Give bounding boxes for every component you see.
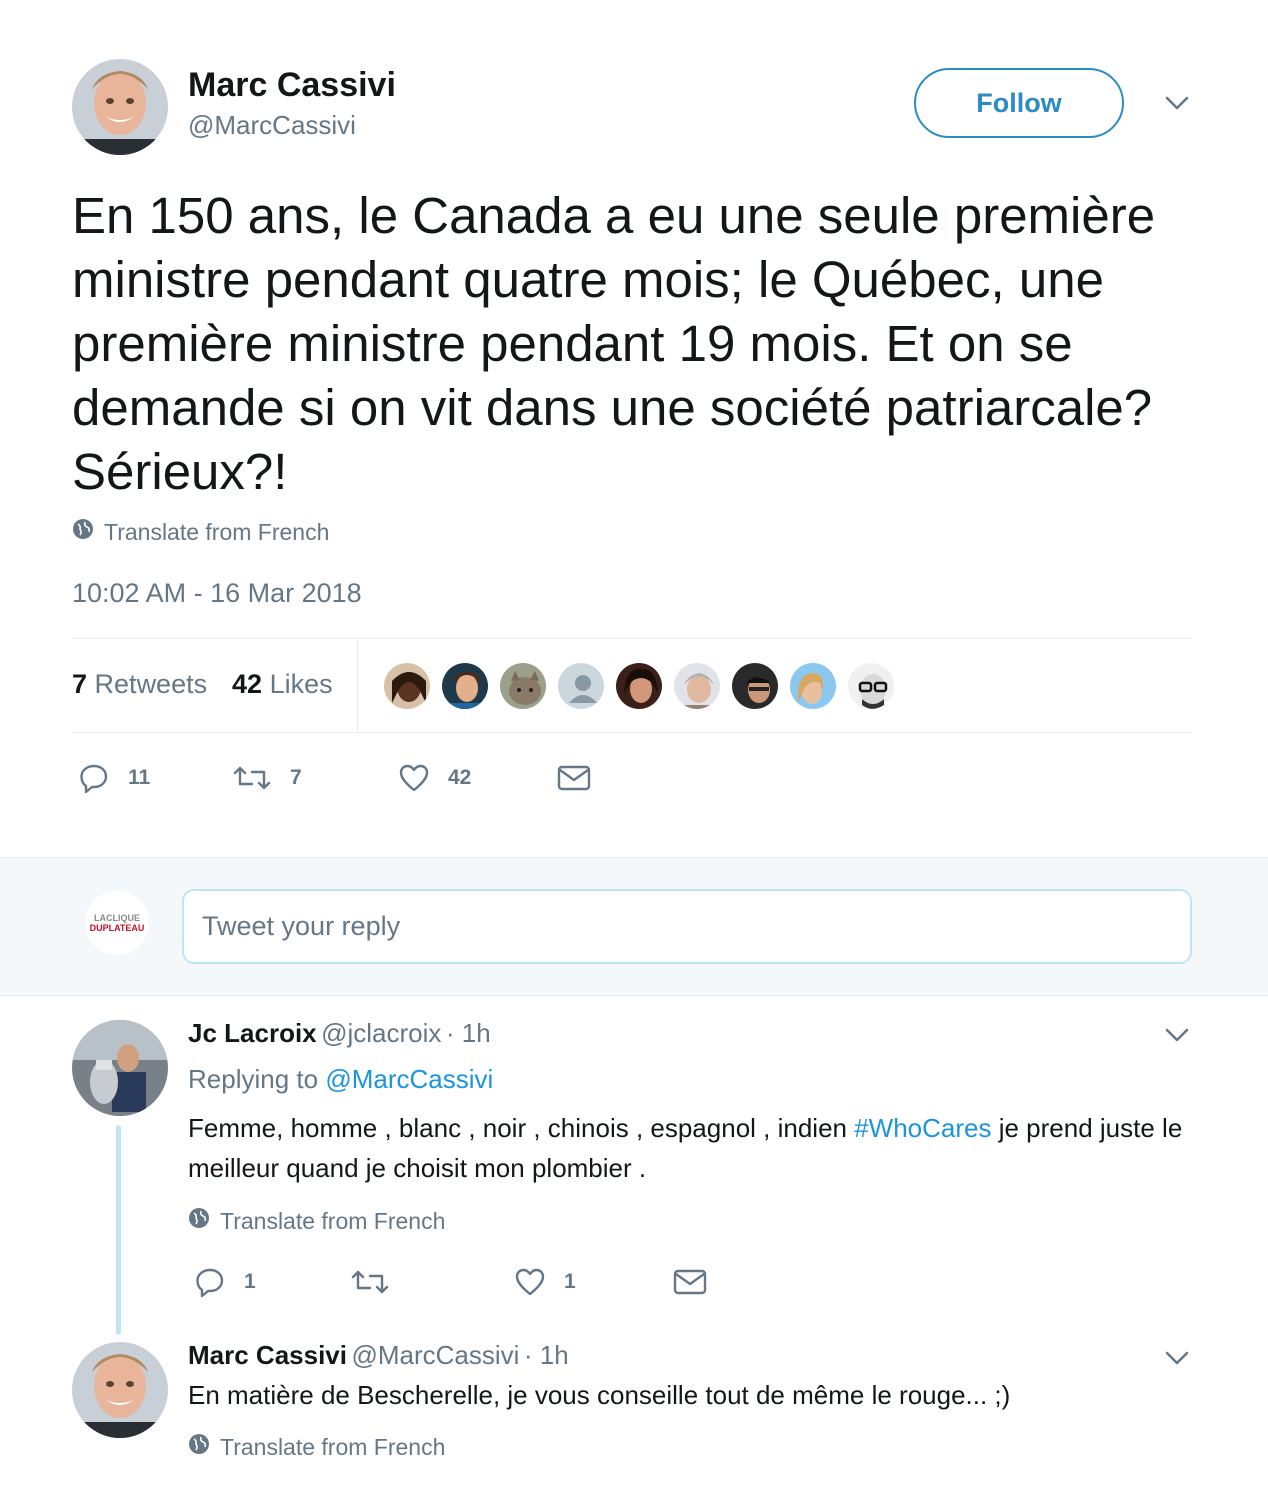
liker-avatar[interactable]: [614, 661, 664, 711]
translate-link[interactable]: Translate from French: [188, 1433, 445, 1461]
retweets-label: Retweets: [94, 669, 208, 699]
reply-author-handle[interactable]: @jclacroix: [321, 1018, 441, 1048]
tweet-text: En 150 ans, le Canada a eu une seule pre…: [72, 187, 1156, 500]
reply-action[interactable]: 11: [78, 762, 150, 794]
envelope-icon: [557, 762, 591, 794]
reply-author-name[interactable]: Jc Lacroix: [188, 1018, 317, 1048]
heart-icon: [514, 1266, 546, 1298]
translate-label: Translate from French: [220, 1433, 446, 1460]
translate-link[interactable]: Translate from French: [72, 518, 329, 546]
reply-icon: [78, 762, 110, 794]
liker-avatar[interactable]: [556, 661, 606, 711]
author-handle[interactable]: @MarcCassivi: [188, 110, 356, 141]
reply-count: 11: [128, 766, 151, 789]
like-action[interactable]: 1: [514, 1266, 576, 1298]
author-avatar[interactable]: [72, 59, 168, 155]
author-name[interactable]: Marc Cassivi: [188, 66, 396, 105]
retweets-stat[interactable]: 7 Retweets: [72, 669, 207, 700]
current-user-avatar[interactable]: LACLIQUE DUPLATEAU: [85, 891, 149, 955]
reply-author-avatar[interactable]: [72, 1342, 168, 1438]
liker-avatar[interactable]: [788, 661, 838, 711]
reply-input[interactable]: Tweet your reply: [182, 889, 1192, 964]
dm-action[interactable]: [673, 1266, 707, 1298]
globe-icon: [72, 518, 94, 546]
reply-icon: [194, 1266, 226, 1298]
chevron-down-icon[interactable]: [1162, 88, 1192, 118]
reply-time[interactable]: · 1h: [446, 1018, 491, 1048]
dm-action[interactable]: [557, 762, 591, 794]
like-count: 42: [448, 766, 472, 789]
follow-button[interactable]: Follow: [914, 68, 1124, 138]
liker-avatar[interactable]: [672, 661, 722, 711]
reply-author-handle[interactable]: @MarcCassivi: [351, 1340, 519, 1370]
envelope-icon: [673, 1266, 707, 1298]
heart-icon: [398, 762, 430, 794]
reply-count: 1: [244, 1270, 256, 1293]
liker-avatar[interactable]: [498, 661, 548, 711]
liker-avatar[interactable]: [440, 661, 490, 711]
retweet-action[interactable]: [350, 1266, 408, 1298]
tweet-timestamp[interactable]: 10:02 AM - 16 Mar 2018: [72, 578, 362, 609]
reply-action[interactable]: 1: [194, 1266, 256, 1298]
hashtag-link[interactable]: #WhoCares: [854, 1113, 991, 1143]
globe-icon: [188, 1207, 210, 1235]
replying-to: Replying to @MarcCassivi: [188, 1064, 493, 1095]
translate-link[interactable]: Translate from French: [188, 1207, 445, 1235]
liker-avatar[interactable]: [382, 661, 432, 711]
translate-label: Translate from French: [104, 518, 330, 545]
stats-divider: [357, 640, 358, 733]
retweet-icon: [232, 762, 272, 794]
reply-text: Femme, homme , blanc , noir , chinois , …: [188, 1108, 1198, 1188]
thread-line: [116, 1125, 121, 1335]
like-count: 1: [564, 1270, 576, 1293]
chevron-down-icon[interactable]: [1163, 1344, 1191, 1372]
avatar-text-bottom: DUPLATEAU: [89, 923, 145, 933]
globe-icon: [188, 1433, 210, 1461]
reply-header: Jc Lacroix @jclacroix · 1h: [188, 1018, 491, 1049]
likes-stat[interactable]: 42 Likes: [232, 669, 333, 700]
retweet-icon: [350, 1266, 390, 1298]
reply-author-avatar[interactable]: [72, 1020, 168, 1116]
liker-avatar[interactable]: [846, 661, 896, 711]
reply-time[interactable]: · 1h: [524, 1340, 569, 1370]
retweets-count: 7: [72, 669, 88, 699]
reply-author-name[interactable]: Marc Cassivi: [188, 1340, 347, 1370]
replying-prefix: Replying to: [188, 1064, 319, 1094]
retweet-action[interactable]: 7: [232, 762, 302, 794]
likers-avatars: [382, 661, 904, 711]
like-action[interactable]: 42: [398, 762, 471, 794]
likes-label: Likes: [269, 669, 333, 699]
retweet-count: 7: [290, 766, 302, 789]
reply-header: Marc Cassivi @MarcCassivi · 1h: [188, 1340, 569, 1371]
translate-label: Translate from French: [220, 1207, 446, 1234]
liker-avatar[interactable]: [730, 661, 780, 711]
reply-text: En matière de Bescherelle, je vous conse…: [188, 1380, 1011, 1410]
divider: [72, 732, 1192, 733]
likes-count: 42: [232, 669, 263, 699]
replying-to-link[interactable]: @MarcCassivi: [325, 1064, 493, 1094]
avatar-text-top: LACLIQUE: [94, 913, 140, 923]
chevron-down-icon[interactable]: [1163, 1021, 1191, 1049]
divider: [72, 638, 1192, 639]
reply-text-before: Femme, homme , blanc , noir , chinois , …: [188, 1113, 855, 1143]
